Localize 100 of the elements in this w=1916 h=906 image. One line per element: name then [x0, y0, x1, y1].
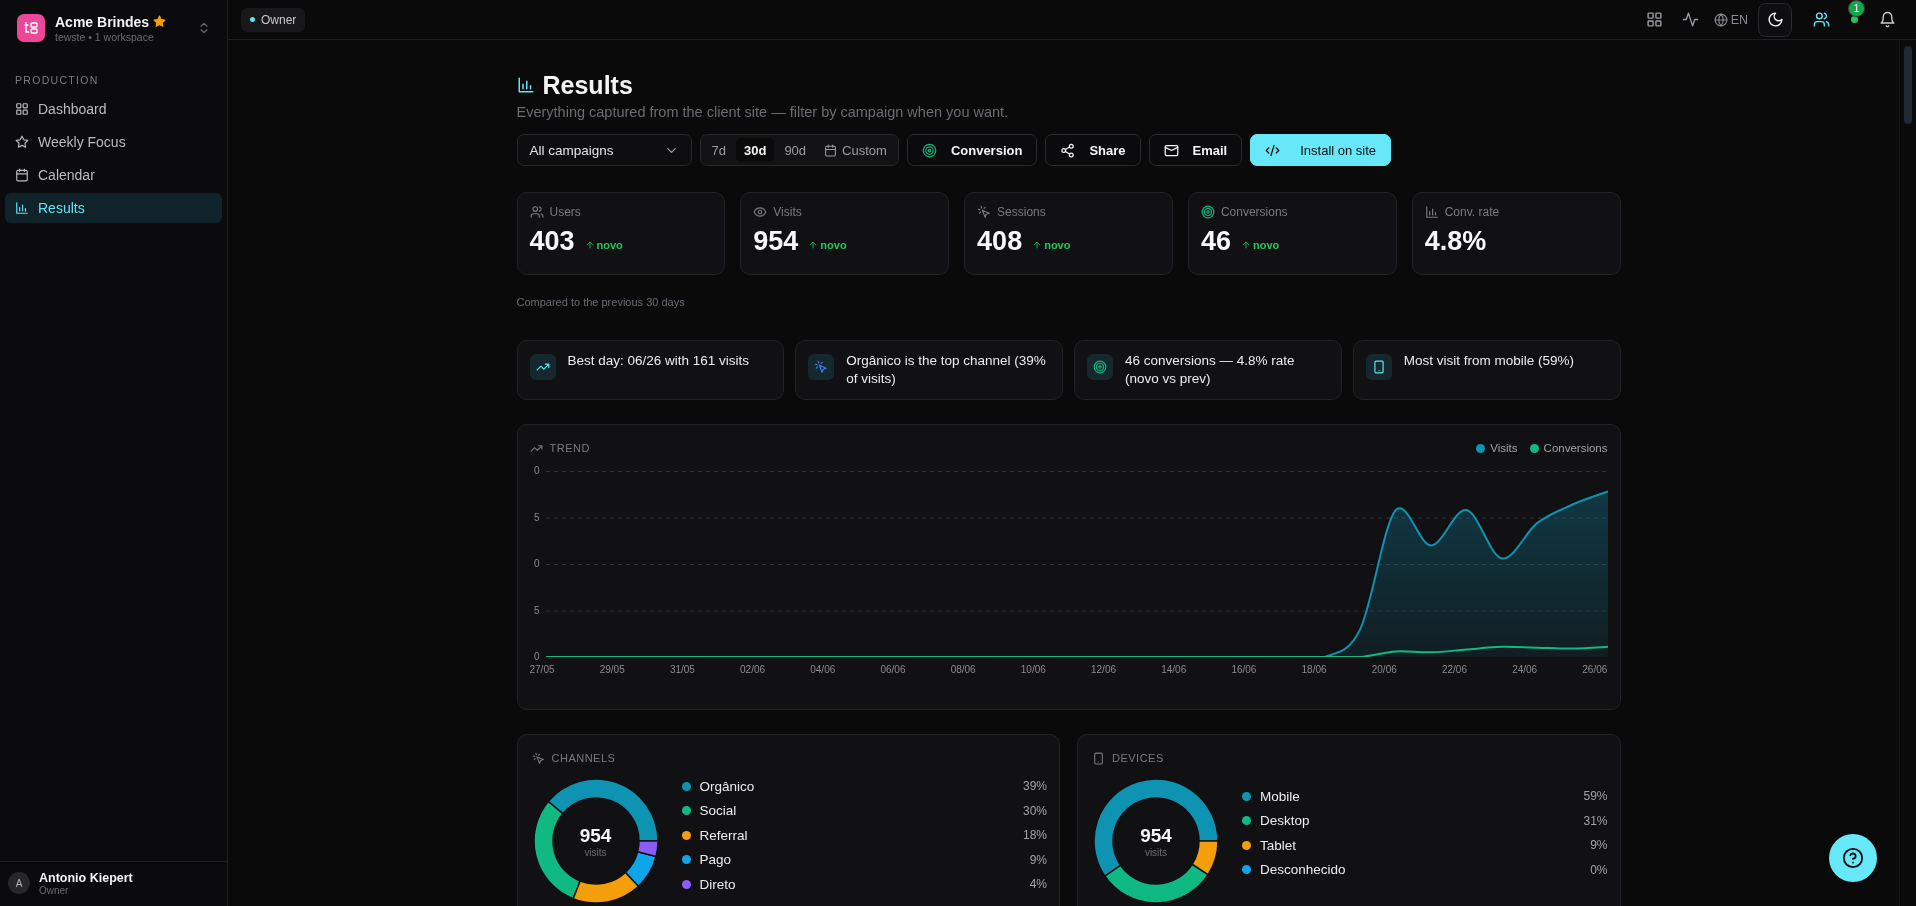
- help-icon: [1842, 847, 1864, 869]
- insight-text: Orgânico is the top channel (39% of visits): [846, 352, 1047, 388]
- role-chip[interactable]: Owner: [241, 7, 306, 32]
- users-icon: [529, 205, 544, 219]
- axis-tick-label: 18/06: [1301, 664, 1327, 676]
- axis-tick-label: 14/06: [1161, 664, 1187, 676]
- share-value: 31%: [1583, 813, 1608, 828]
- comparison-note: Compared to the previous 30 days: [516, 296, 686, 310]
- legend-label: Desconhecido: [1260, 862, 1347, 877]
- axis-tick-label: 22/06: [1441, 664, 1467, 676]
- help-button[interactable]: [1829, 834, 1877, 882]
- target-icon: [921, 142, 937, 158]
- workspace-logo: [17, 14, 45, 42]
- trend-up-icon: [529, 354, 556, 380]
- user-name: Antonio Kiepert: [39, 870, 133, 885]
- code-icon: [1265, 142, 1281, 158]
- axis-tick-label: 29/05: [599, 664, 625, 676]
- mail-icon: [1163, 142, 1179, 158]
- cursor-click-icon: [977, 205, 992, 219]
- arrow-up-icon: [584, 240, 595, 250]
- stat-label: Conv. rate: [1444, 205, 1500, 219]
- donut-total: 954: [1140, 824, 1172, 847]
- users-icon: [1812, 11, 1830, 28]
- nav-item[interactable]: Weekly Focus: [5, 127, 222, 157]
- axis-tick-label: 26/06: [1582, 664, 1608, 676]
- stat-value: 954: [753, 226, 799, 257]
- notification-badge: 1: [1848, 0, 1865, 17]
- axis-tick-label: 5: [533, 604, 540, 617]
- axis-tick-label: 10/06: [1020, 664, 1046, 676]
- section-label: PRODUCTION: [14, 73, 100, 88]
- bar-chart-icon: [1424, 205, 1439, 219]
- eye-icon: [753, 205, 768, 219]
- share-value: 9%: [1590, 838, 1608, 852]
- stat-label: Conversions: [1220, 205, 1288, 219]
- legend-label: Visits: [1490, 442, 1518, 454]
- workspace-name: Acme Brindes: [55, 13, 150, 30]
- page-subtitle: Everything captured from the client site — filter by campaign when you want.: [516, 104, 1010, 120]
- phone-icon: [1092, 751, 1105, 765]
- axis-tick-label: 0: [533, 465, 540, 477]
- card-title: DEVICES: [1112, 752, 1164, 764]
- stat-value: 408: [977, 226, 1023, 257]
- share-value: 4%: [1029, 877, 1047, 891]
- range-tab[interactable]: 30d: [735, 138, 775, 162]
- campaign-select[interactable]: All campaigns: [516, 134, 692, 166]
- range-tab[interactable]: Custom: [816, 138, 895, 162]
- legend-label: Pago: [699, 852, 733, 867]
- nav-item[interactable]: Results: [5, 193, 222, 223]
- axis-tick-label: 06/06: [880, 664, 906, 676]
- share-value: 39%: [1022, 779, 1047, 793]
- insight-text: Most visit from mobile (59%): [1403, 352, 1575, 370]
- range-tab[interactable]: 90d: [776, 138, 815, 162]
- range-tab[interactable]: 7d: [703, 138, 734, 162]
- stat-label: Users: [549, 205, 581, 219]
- delta-label: novo: [1252, 239, 1280, 251]
- axis-tick-label: 08/06: [950, 664, 976, 676]
- stat-label: Visits: [773, 205, 802, 219]
- action-button[interactable]: Install on site: [1250, 134, 1392, 166]
- action-button[interactable]: Email: [1148, 134, 1243, 166]
- action-button[interactable]: Share: [1045, 134, 1141, 166]
- cursor-click-icon: [531, 751, 545, 765]
- share-icon: [1060, 142, 1076, 158]
- grid-icon: [1646, 11, 1664, 28]
- stat-value: 46: [1200, 226, 1231, 257]
- axis-tick-label: 0: [533, 558, 540, 570]
- axis-tick-label: 0: [533, 651, 540, 663]
- cursor-click-icon: [808, 354, 835, 380]
- moon-icon: [1766, 11, 1784, 28]
- activity-icon: [1682, 11, 1700, 28]
- bar-chart-icon: [516, 76, 535, 94]
- donut-total: 954: [579, 824, 612, 847]
- stat-value: 403: [529, 226, 575, 257]
- bell-icon: [1878, 11, 1896, 28]
- legend-label: Mobile: [1260, 788, 1301, 804]
- action-button[interactable]: Conversion: [906, 134, 1038, 166]
- arrow-up-icon: [1240, 240, 1251, 250]
- axis-tick-label: 04/06: [810, 664, 836, 676]
- grid-icon: [15, 102, 29, 116]
- axis-tick-label: 24/06: [1512, 664, 1538, 676]
- axis-tick-label: 12/06: [1091, 664, 1117, 676]
- axis-tick-label: 5: [533, 511, 540, 524]
- nav-item[interactable]: Dashboard: [5, 94, 222, 124]
- star-icon: [15, 135, 29, 149]
- nav-item[interactable]: Calendar: [5, 160, 222, 190]
- phone-icon: [1365, 354, 1392, 380]
- globe-icon: [1713, 12, 1728, 27]
- legend-label: Tablet: [1260, 837, 1298, 853]
- legend-label: Conversions: [1543, 442, 1608, 454]
- legend-label: Social: [699, 803, 738, 818]
- user-role: Owner: [39, 884, 70, 896]
- arrow-up-icon: [1032, 240, 1043, 250]
- target-icon: [1200, 205, 1215, 219]
- language-button[interactable]: EN: [1711, 12, 1750, 27]
- workspace-subtitle: tewste • 1 workspace: [55, 30, 155, 43]
- axis-tick-label: 31/05: [669, 664, 695, 676]
- status-dot-icon: [250, 17, 255, 22]
- legend-label: Direto: [699, 876, 737, 892]
- theme-toggle[interactable]: [1758, 2, 1792, 37]
- delta-label: novo: [596, 239, 623, 251]
- calendar-icon: [15, 168, 29, 182]
- legend-label: Referral: [699, 827, 749, 843]
